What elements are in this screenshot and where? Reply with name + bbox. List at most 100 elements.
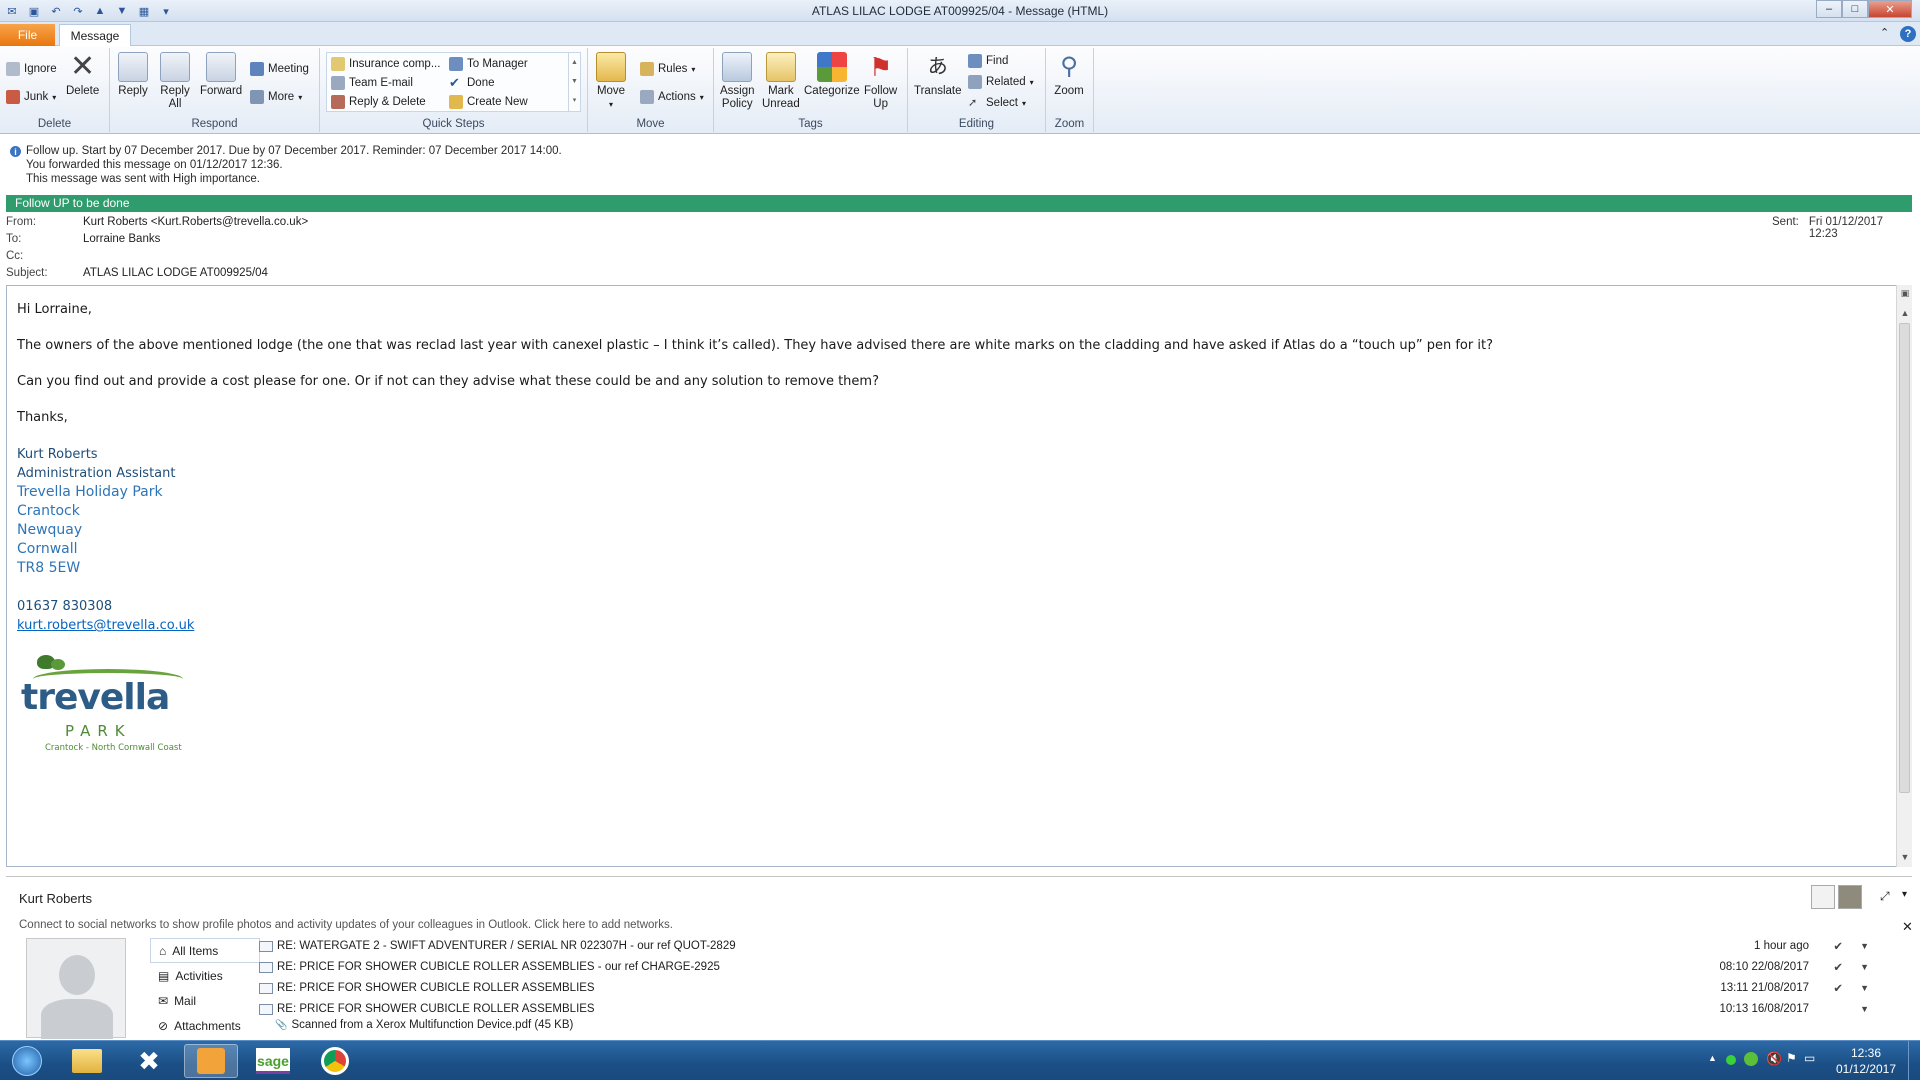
scroll-up-arrow[interactable]: ▲: [1897, 305, 1913, 321]
status-icon[interactable]: [1726, 1055, 1736, 1065]
envelope-icon: [259, 961, 273, 973]
silhouette-body-icon: [41, 999, 113, 1039]
categorize-button[interactable]: Categorize: [804, 52, 860, 98]
social-connect-link[interactable]: Connect to social networks to show profi…: [19, 919, 673, 931]
app-taskbar-button[interactable]: ✖: [122, 1044, 176, 1078]
ribbon-tabs: File Message ⌃ ?: [0, 22, 1920, 47]
outlook-taskbar-button[interactable]: [184, 1044, 238, 1078]
minimize-button[interactable]: –: [1816, 0, 1842, 18]
message-body[interactable]: Hi Lorraine, The owners of the above men…: [6, 285, 1899, 867]
scroll-down-arrow[interactable]: ▼: [1897, 849, 1913, 865]
collapse-ribbon-icon[interactable]: ⌃: [1880, 26, 1889, 39]
group-label-zoom: Zoom: [1054, 118, 1085, 130]
signature-name: Kurt Roberts: [17, 447, 98, 462]
chevron-down-icon[interactable]: ▼: [1860, 962, 1869, 972]
nav-all-items[interactable]: ⌂ All Items: [150, 938, 260, 963]
info-forwarded: You forwarded this message on 01/12/2017…: [26, 159, 283, 171]
zoom-button[interactable]: ⚲ Zoom: [1054, 52, 1084, 98]
close-button[interactable]: ✕: [1868, 0, 1912, 18]
ignore-button[interactable]: Ignore: [6, 60, 57, 78]
categorize-icon: [816, 52, 847, 82]
quick-step-reply-delete[interactable]: Reply & Delete: [331, 93, 426, 111]
list-item[interactable]: RE: PRICE FOR SHOWER CUBICLE ROLLER ASSE…: [259, 978, 1899, 998]
recipient[interactable]: Lorraine Banks: [83, 233, 160, 249]
group-delete: Ignore Junk ▾ ✕ Delete Delete: [0, 48, 110, 132]
security-icon[interactable]: [1744, 1052, 1758, 1066]
reply-button[interactable]: Reply: [118, 52, 148, 98]
people-nav: ⌂ All Items ▤ Activities ✉ Mail ⊘ Attachment…: [150, 938, 260, 1038]
rules-button[interactable]: Rules ▾: [640, 60, 695, 78]
taskbar: ✖ sage ▲ 🔇 ⚑ ▭ 12:36 01/12/2017: [0, 1040, 1920, 1080]
nav-attachments[interactable]: ⊘ Attachments: [150, 1013, 260, 1038]
person-icon[interactable]: [1811, 885, 1835, 909]
sage-taskbar-button[interactable]: sage: [246, 1044, 300, 1078]
group-editing: あ Translate Find Related ▾ ➚ Select ▾ Editin…: [908, 48, 1046, 132]
select-button[interactable]: ➚ Select ▾: [968, 94, 1026, 112]
tab-message[interactable]: Message: [59, 24, 131, 47]
body-scrollbar[interactable]: ▣ ▲ ▼: [1896, 285, 1912, 867]
forward-button[interactable]: Forward: [200, 52, 242, 98]
related-button[interactable]: Related ▾: [968, 73, 1034, 91]
nav-mail[interactable]: ✉ Mail: [150, 988, 260, 1013]
list-item[interactable]: RE: WATERGATE 2 - SWIFT ADVENTURER / SER…: [259, 936, 1899, 956]
people-pane: Kurt Roberts Connect to social networks …: [6, 876, 1915, 1039]
forward-icon: [206, 52, 237, 82]
expand-icon[interactable]: ⤢: [1880, 889, 1890, 904]
sender[interactable]: Kurt Roberts <Kurt.Roberts@trevella.co.u…: [83, 216, 308, 232]
network-icon[interactable]: ▭: [1804, 1051, 1815, 1065]
group-respond: Reply Reply All Forward Meeting More ▾ Res…: [110, 48, 320, 132]
scroll-thumb[interactable]: [1899, 323, 1910, 793]
maximize-button[interactable]: □: [1842, 0, 1868, 18]
group-label-tags: Tags: [798, 118, 823, 130]
show-desktop-button[interactable]: [1908, 1041, 1920, 1080]
body-paragraph-1: The owners of the above mentioned lodge …: [17, 338, 1493, 353]
signature-email-link[interactable]: kurt.roberts@trevella.co.uk: [17, 616, 1867, 635]
find-button[interactable]: Find: [968, 52, 1008, 70]
checkmark-icon[interactable]: ✔: [1833, 939, 1843, 953]
zoom-toggle-icon[interactable]: ▣: [1897, 285, 1913, 301]
quick-step-to-manager[interactable]: To Manager: [449, 55, 528, 73]
clock[interactable]: 12:36 01/12/2017: [1830, 1045, 1902, 1077]
quick-step-create-new[interactable]: Create New: [449, 93, 528, 111]
flag-icon[interactable]: ⚑: [1786, 1051, 1797, 1065]
chevron-down-icon[interactable]: ▼: [1860, 1004, 1869, 1014]
paperclip-icon: ⊘: [158, 1018, 169, 1033]
reply-all-button[interactable]: Reply All: [160, 52, 190, 111]
quick-steps-scroll[interactable]: ▲ ▼ ▾: [568, 53, 580, 111]
checkmark-icon[interactable]: ✔: [1833, 960, 1843, 974]
explorer-taskbar-button[interactable]: [60, 1044, 114, 1078]
nav-activities[interactable]: ▤ Activities: [150, 963, 260, 988]
group-tags: Assign Policy Mark Unread Categorize ⚑ Foll…: [714, 48, 908, 132]
chevron-down-icon[interactable]: ▼: [1860, 941, 1869, 951]
group-move: Move ▾ Rules ▾ Actions ▾ Move: [588, 48, 714, 132]
photo-icon[interactable]: [1838, 885, 1862, 909]
mark-unread-button[interactable]: Mark Unread: [762, 52, 800, 111]
junk-button[interactable]: Junk ▾: [6, 88, 56, 106]
attachment-item[interactable]: 📎 Scanned from a Xerox Multifunction Devi…: [275, 1015, 1915, 1035]
chevron-down-icon[interactable]: ▾: [1902, 889, 1907, 900]
help-icon[interactable]: ?: [1900, 26, 1916, 42]
actions-button[interactable]: Actions ▾: [640, 88, 704, 106]
quick-step-insurance[interactable]: Insurance comp...: [331, 55, 440, 73]
chrome-taskbar-button[interactable]: [308, 1044, 362, 1078]
follow-up-button[interactable]: ⚑ Follow Up: [864, 52, 897, 111]
delete-button[interactable]: ✕ Delete: [66, 52, 99, 98]
volume-muted-icon[interactable]: 🔇: [1766, 1051, 1782, 1067]
more-button[interactable]: More ▾: [250, 88, 302, 106]
chevron-down-icon[interactable]: ▼: [1860, 983, 1869, 993]
move-button[interactable]: Move ▾: [596, 52, 626, 111]
chevron-up-icon[interactable]: ▲: [1708, 1053, 1717, 1063]
start-button[interactable]: [4, 1044, 50, 1078]
cursor-icon: ➚: [968, 97, 978, 109]
translate-button[interactable]: あ Translate: [914, 52, 962, 98]
info-icon: i: [10, 146, 21, 157]
checkmark-icon: ✔: [449, 75, 460, 90]
tab-file[interactable]: File: [0, 24, 55, 46]
meeting-button[interactable]: Meeting: [250, 60, 309, 78]
quick-step-done[interactable]: ✔ Done: [449, 74, 495, 92]
quick-step-team-email[interactable]: Team E-mail: [331, 74, 413, 92]
checkmark-icon[interactable]: ✔: [1833, 981, 1843, 995]
close-icon[interactable]: ✕: [1902, 919, 1913, 935]
list-item[interactable]: RE: PRICE FOR SHOWER CUBICLE ROLLER ASSE…: [259, 957, 1899, 977]
assign-policy-button[interactable]: Assign Policy: [720, 52, 755, 111]
